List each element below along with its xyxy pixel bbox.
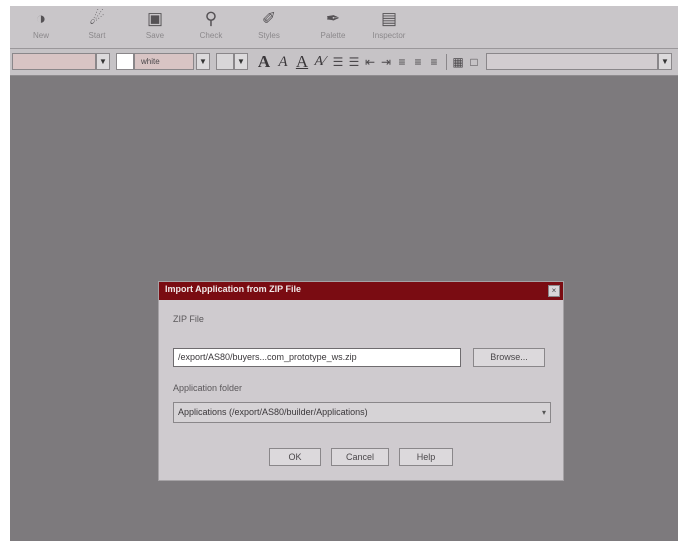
dialog-title: Import Application from ZIP File bbox=[165, 284, 302, 294]
inspector-icon: ▤ bbox=[380, 9, 398, 28]
app-window: ◑ New ☄ Start ▣ Save ⚲ Check ✐ Styles ✒ … bbox=[10, 6, 678, 541]
close-icon[interactable]: × bbox=[548, 285, 560, 297]
check-button[interactable]: ⚲ Check bbox=[184, 8, 238, 46]
zip-file-input[interactable]: /export/AS80/buyers...com_prototype_ws.z… bbox=[173, 348, 461, 367]
table-icon[interactable]: ▦ bbox=[452, 52, 464, 72]
browse-button[interactable]: Browse... bbox=[473, 348, 545, 367]
paragraph-style-select[interactable] bbox=[12, 53, 96, 70]
chevron-down-icon[interactable]: ▼ bbox=[658, 53, 672, 70]
inspector-button[interactable]: ▤ Inspector bbox=[362, 8, 416, 46]
bold-icon[interactable]: A bbox=[256, 52, 272, 72]
font-size-select[interactable] bbox=[216, 53, 234, 70]
chevron-down-icon: ▾ bbox=[541, 408, 546, 417]
styles-icon: ✐ bbox=[261, 9, 277, 28]
indent-icon[interactable]: ⇥ bbox=[380, 52, 392, 72]
underline-icon[interactable]: A bbox=[294, 52, 310, 72]
outdent-icon[interactable]: ⇤ bbox=[364, 52, 376, 72]
zoom-select[interactable] bbox=[486, 53, 658, 70]
align-left-icon[interactable]: ≡ bbox=[396, 52, 408, 72]
numbered-list-icon[interactable]: ☰ bbox=[348, 52, 360, 72]
palette-button[interactable]: ✒ Palette bbox=[306, 8, 360, 46]
align-right-icon[interactable]: ≡ bbox=[428, 52, 440, 72]
chevron-down-icon[interactable]: ▼ bbox=[96, 53, 110, 70]
ok-button[interactable]: OK bbox=[269, 448, 321, 466]
zip-file-label: ZIP File bbox=[173, 314, 204, 324]
application-folder-select[interactable]: Applications (/export/AS80/builder/Appli… bbox=[173, 402, 551, 423]
italic-icon[interactable]: A bbox=[276, 52, 290, 72]
start-button[interactable]: ☄ Start bbox=[70, 8, 124, 46]
chevron-down-icon[interactable]: ▼ bbox=[196, 53, 210, 70]
main-toolbar: ◑ New ☄ Start ▣ Save ⚲ Check ✐ Styles ✒ … bbox=[10, 6, 678, 49]
font-color-swatch[interactable] bbox=[116, 53, 134, 70]
application-folder-label: Application folder bbox=[173, 383, 243, 393]
cancel-button[interactable]: Cancel bbox=[331, 448, 389, 466]
toolbar-divider bbox=[446, 54, 447, 70]
help-button[interactable]: Help bbox=[399, 448, 453, 466]
font-color-select[interactable]: white bbox=[134, 53, 194, 70]
new-icon: ◑ bbox=[35, 9, 47, 28]
image-icon[interactable]: □ bbox=[468, 52, 480, 72]
palette-icon: ✒ bbox=[325, 9, 341, 28]
chevron-down-icon[interactable]: ▼ bbox=[234, 53, 248, 70]
save-icon: ▣ bbox=[146, 9, 164, 28]
format-toolbar: ▼ white ▼ ▼ A A A A⁄ ☰ ☰ ⇤ ⇥ ≡ ≡ ≡ ▦ □ ▼ bbox=[10, 49, 678, 76]
styles-button[interactable]: ✐ Styles bbox=[242, 8, 296, 46]
save-button[interactable]: ▣ Save bbox=[128, 8, 182, 46]
new-button[interactable]: ◑ New bbox=[14, 8, 68, 46]
dialog-titlebar: Import Application from ZIP File × bbox=[159, 282, 563, 300]
text-style-icon[interactable]: A⁄ bbox=[312, 52, 328, 72]
start-icon: ☄ bbox=[89, 9, 105, 28]
align-center-icon[interactable]: ≡ bbox=[412, 52, 424, 72]
import-dialog: Import Application from ZIP File × ZIP F… bbox=[158, 281, 564, 481]
bullet-list-icon[interactable]: ☰ bbox=[332, 52, 344, 72]
check-icon: ⚲ bbox=[204, 9, 218, 28]
application-folder-value: Applications (/export/AS80/builder/Appli… bbox=[178, 407, 368, 417]
